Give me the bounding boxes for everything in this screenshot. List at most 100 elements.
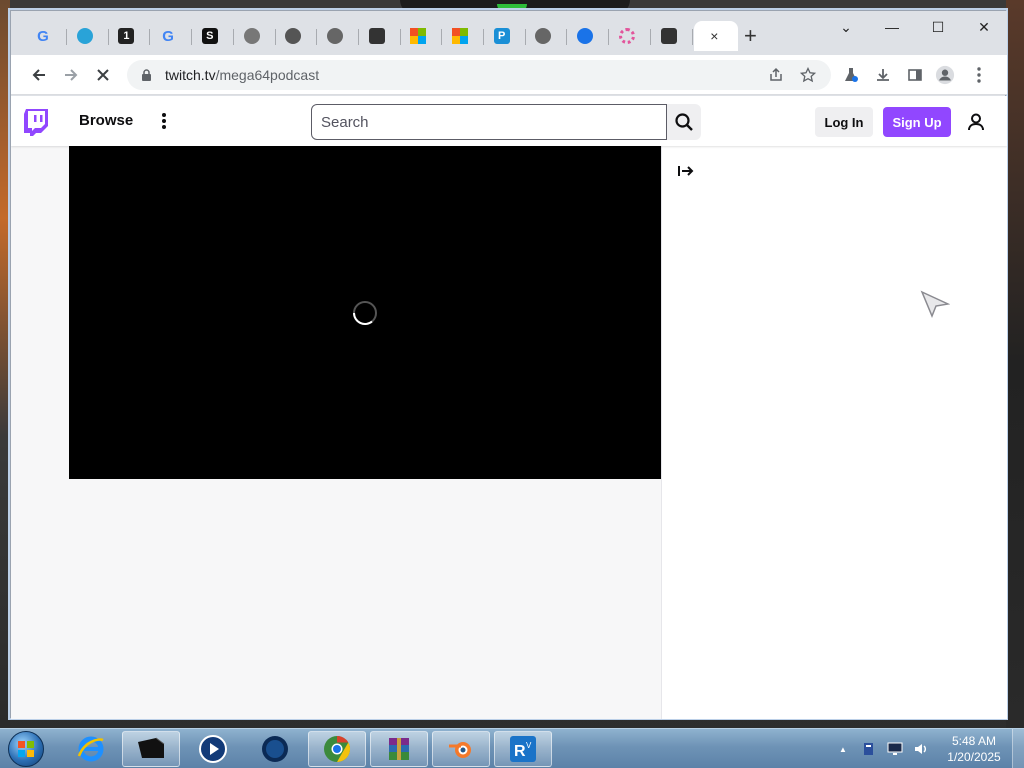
browser-tab[interactable] (611, 21, 651, 51)
p-icon: P (493, 28, 510, 44)
gear-icon (577, 28, 594, 44)
close-tab-icon[interactable]: × (710, 28, 718, 44)
side-panel-icon[interactable] (905, 65, 925, 85)
left-sidebar (11, 146, 69, 719)
tab-separator (232, 29, 234, 45)
tab-separator (191, 29, 193, 45)
mouse-cursor-icon (920, 290, 951, 323)
sign-up-button[interactable]: Sign Up (883, 107, 951, 137)
flower-icon (618, 28, 635, 44)
browser-tab[interactable]: S (194, 21, 234, 51)
monitor-tray-icon[interactable] (886, 740, 904, 758)
browser-tab[interactable]: G (27, 21, 67, 51)
browser-tab[interactable] (319, 21, 359, 51)
volume-tray-icon[interactable] (912, 740, 930, 758)
google-icon: G (162, 27, 174, 45)
forward-button[interactable] (59, 63, 83, 87)
url-text: twitch.tv/mega64podcast (165, 67, 319, 83)
browser-tab[interactable] (69, 21, 109, 51)
tab-search-button[interactable]: ⌄ (823, 11, 869, 43)
profile-avatar-icon[interactable] (935, 65, 955, 85)
tab-separator (149, 29, 151, 45)
svg-text:V: V (526, 741, 532, 750)
user-menu-icon[interactable] (965, 111, 987, 133)
globe-icon (285, 28, 302, 44)
browser-tab[interactable] (361, 21, 401, 51)
url-path: /mega64podcast (215, 67, 320, 83)
tab-separator (608, 29, 610, 45)
blender-taskbar-icon[interactable] (432, 731, 490, 767)
tab-separator (566, 29, 568, 45)
twitch-logo-icon[interactable] (23, 108, 49, 136)
tab-separator (441, 29, 443, 45)
globe-icon (535, 28, 552, 44)
loading-spinner-icon (352, 301, 377, 326)
browser-tab[interactable] (653, 21, 693, 51)
globe-icon (243, 28, 260, 44)
show-hidden-icons-arrow[interactable]: ▲ (834, 740, 852, 758)
new-tab-button[interactable]: + (744, 25, 757, 47)
globe-app-taskbar-icon[interactable] (246, 731, 304, 767)
browser-toolbar: twitch.tv/mega64podcast (11, 55, 1007, 95)
terminal-icon (368, 28, 385, 44)
maximize-button[interactable]: ☐ (915, 11, 961, 43)
search-icon (675, 113, 693, 131)
system-clock[interactable]: 5:48 AM 1/20/2025 (944, 733, 1004, 765)
show-desktop-button[interactable] (1012, 729, 1024, 768)
desktop-background-left (0, 0, 10, 728)
browser-tab[interactable] (527, 21, 568, 51)
windows-logo-icon (8, 731, 44, 767)
browser-menu-icon[interactable] (969, 65, 989, 85)
browser-tab[interactable]: 1 (110, 21, 151, 51)
tab-separator (66, 29, 67, 45)
bookmark-star-icon[interactable] (799, 66, 817, 84)
media-device-taskbar-icon[interactable] (122, 731, 180, 767)
search-button[interactable] (667, 104, 701, 140)
more-options-icon[interactable] (157, 110, 171, 132)
download-icon[interactable] (873, 65, 893, 85)
browser-tab[interactable]: P (486, 21, 526, 51)
browser-tab[interactable] (402, 21, 443, 51)
video-player[interactable] (69, 146, 661, 479)
tab-separator (649, 29, 651, 45)
remote-desktop-taskbar-icon[interactable]: RV (494, 731, 552, 767)
tab-separator (107, 29, 109, 45)
internet-explorer-taskbar-icon[interactable] (62, 731, 120, 767)
windows-taskbar: RV ▲ 5:48 AM 1/20/2025 (0, 728, 1024, 768)
main-content (69, 146, 661, 719)
browse-link[interactable]: Browse (79, 112, 133, 129)
share-icon[interactable] (767, 66, 785, 84)
close-window-button[interactable]: ✕ (961, 11, 1007, 43)
address-bar[interactable]: twitch.tv/mega64podcast (127, 60, 831, 90)
forward-arrow-icon (65, 69, 78, 81)
browser-tab[interactable]: G (152, 21, 193, 51)
terminal-icon (660, 28, 677, 44)
winrar-taskbar-icon[interactable] (370, 731, 428, 767)
tab-separator (357, 29, 359, 45)
browser-tab[interactable] (444, 21, 484, 51)
browser-tab[interactable] (277, 21, 318, 51)
collapse-chat-button[interactable] (676, 162, 696, 180)
lock-icon (139, 68, 153, 82)
chrome-taskbar-icon[interactable] (308, 731, 366, 767)
chat-column (661, 146, 1007, 719)
stop-loading-button[interactable] (91, 63, 115, 87)
tab-separator (316, 29, 318, 45)
teal-circle-icon (76, 28, 93, 44)
search-input[interactable] (321, 113, 666, 131)
browser-tab[interactable] (236, 21, 276, 51)
media-player-taskbar-icon[interactable] (184, 731, 242, 767)
svg-text:R: R (514, 743, 526, 760)
minimize-button[interactable]: — (869, 11, 915, 43)
log-in-button[interactable]: Log In (815, 107, 873, 137)
start-button[interactable] (4, 729, 48, 768)
chrome-icon (326, 28, 343, 44)
url-host: twitch.tv (165, 67, 216, 83)
back-button[interactable] (27, 63, 51, 87)
extension-flask-icon[interactable] (841, 65, 861, 85)
active-browser-tab[interactable]: × (694, 21, 739, 51)
window-controls: ⌄ — ☐ ✕ (823, 11, 1007, 47)
browser-tab[interactable] (569, 21, 610, 51)
tab-separator (399, 29, 401, 45)
network-drive-tray-icon[interactable] (860, 740, 878, 758)
